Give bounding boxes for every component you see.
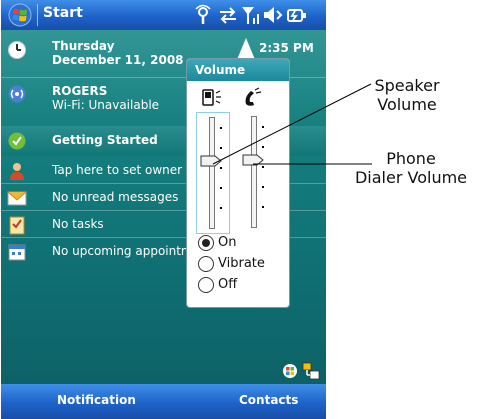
date-day: Thursday xyxy=(52,39,115,53)
tick xyxy=(220,207,222,209)
radio-selected-dot xyxy=(202,239,210,247)
speaker-volume-thumb[interactable] xyxy=(200,155,222,167)
contacts-softkey[interactable]: Contacts xyxy=(239,393,298,407)
tick xyxy=(220,127,222,129)
getting-started-icon xyxy=(8,132,26,150)
callout-line2: Dialer Volume xyxy=(354,168,468,187)
radio-circle xyxy=(198,277,214,293)
tick xyxy=(262,166,264,168)
speaker-volume-track[interactable] xyxy=(209,117,215,229)
wifi-status: Wi-Fi: Unavailable xyxy=(52,98,160,112)
tick xyxy=(262,126,264,128)
speaker-volume-slider-frame xyxy=(196,112,230,234)
speaker-volume-callout: Speaker Volume xyxy=(362,76,452,114)
windows-flag-icon[interactable] xyxy=(7,3,33,27)
calendar-icon xyxy=(8,244,26,261)
phone-volume-thumb[interactable] xyxy=(242,154,264,166)
date-full: December 11, 2008 xyxy=(52,53,184,67)
ringer-off-radio[interactable]: Off xyxy=(198,277,298,295)
envelope-icon xyxy=(7,191,27,206)
clock-icon xyxy=(8,41,26,59)
getting-started-label: Getting Started xyxy=(52,133,158,147)
ringer-on-radio[interactable]: On xyxy=(198,235,298,253)
notification-softkey[interactable]: Notification xyxy=(57,393,136,407)
title-separator xyxy=(37,4,38,26)
radio-circle xyxy=(198,256,214,272)
phone-volume-track[interactable] xyxy=(251,116,257,228)
callout-line1: Speaker xyxy=(374,76,440,95)
tick xyxy=(262,186,264,188)
volume-title: Volume xyxy=(195,63,246,77)
callout-line1: Phone xyxy=(386,149,436,168)
radio-label-on: On xyxy=(218,235,237,250)
volume-popup: Volume On Vibrate Off xyxy=(186,58,290,308)
radio-label-vibrate: Vibrate xyxy=(218,256,265,271)
title-bar: Start xyxy=(1,0,326,30)
phone-volume-slider-frame xyxy=(239,112,271,232)
clock-time: 2:35 PM xyxy=(259,41,314,55)
app-tray-icon[interactable] xyxy=(282,363,298,379)
tick xyxy=(220,167,222,169)
tasks-text: No tasks xyxy=(52,217,104,231)
appointments-text: No upcoming appointm xyxy=(52,244,193,258)
tick xyxy=(262,146,264,148)
messages-text: No unread messages xyxy=(52,190,179,204)
volume-popup-header: Volume xyxy=(187,59,289,81)
ringer-vibrate-radio[interactable]: Vibrate xyxy=(198,256,298,274)
phone-dialer-volume-callout: Phone Dialer Volume xyxy=(347,149,475,187)
tick xyxy=(220,147,222,149)
wifi-icon[interactable] xyxy=(192,4,214,26)
tick xyxy=(220,187,222,189)
speaker-icon[interactable] xyxy=(262,4,284,26)
radio-label-off: Off xyxy=(218,277,238,292)
device-speaker-icon xyxy=(202,89,221,106)
signal-icon[interactable] xyxy=(240,4,262,26)
tick xyxy=(262,206,264,208)
battery-power-icon[interactable] xyxy=(286,4,308,26)
connectivity-icon[interactable] xyxy=(302,362,320,380)
phone-handset-icon xyxy=(245,87,262,106)
callout-line2: Volume xyxy=(377,95,437,114)
start-label[interactable]: Start xyxy=(43,5,83,21)
radio-circle xyxy=(198,235,214,251)
carrier-name: ROGERS xyxy=(52,84,108,98)
owner-icon xyxy=(10,163,24,180)
sync-arrows-icon[interactable] xyxy=(217,4,239,26)
wireless-icon xyxy=(8,85,26,103)
soft-key-bar: Notification Contacts xyxy=(1,384,326,419)
owner-text: Tap here to set owner xyxy=(52,163,183,177)
tasks-icon xyxy=(9,216,25,235)
